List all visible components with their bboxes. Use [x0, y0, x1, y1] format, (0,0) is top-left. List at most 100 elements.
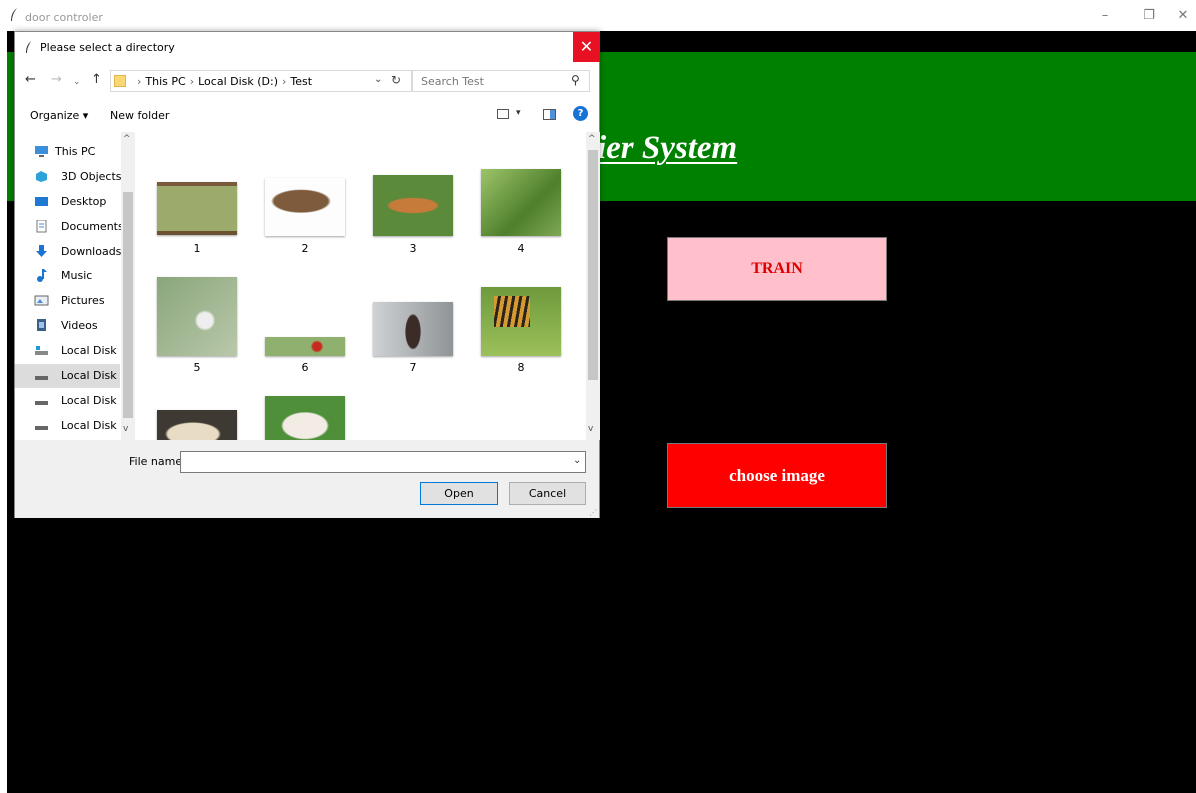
organize-menu[interactable]: Organize ▾	[30, 109, 88, 122]
address-bar[interactable]: › This PC › Local Disk (D:) › Test ⌄ ↻	[110, 70, 412, 92]
choose-image-button[interactable]: choose image	[667, 443, 887, 508]
help-icon[interactable]: ?	[573, 106, 588, 121]
file-thumbnail	[265, 396, 345, 440]
open-button[interactable]: Open	[420, 482, 498, 505]
system-drive-icon	[35, 346, 48, 355]
nav-item-local-disk-f[interactable]: Local Disk (F	[15, 414, 131, 438]
nav-item-documents[interactable]: Documents	[15, 215, 124, 239]
file-thumbnail	[157, 410, 237, 440]
breadcrumb-separator: ›	[282, 75, 287, 88]
search-placeholder: Search Test	[421, 75, 484, 88]
scroll-down-arrow-icon[interactable]: v	[588, 424, 593, 434]
nav-item-local-disk-e[interactable]: Local Disk (E	[15, 389, 131, 413]
refresh-icon[interactable]: ↻	[391, 73, 401, 87]
scroll-down-arrow-icon[interactable]: v	[123, 424, 128, 434]
restore-button[interactable]: ❐	[1142, 9, 1156, 23]
drive-icon	[35, 401, 48, 405]
scrollbar-thumb[interactable]	[588, 150, 598, 380]
nav-item-label: Documents	[61, 220, 124, 233]
breadcrumb-test[interactable]: Test	[290, 75, 312, 88]
search-icon[interactable]: ⚲	[571, 73, 580, 87]
computer-icon	[35, 146, 48, 157]
view-options-icon[interactable]	[497, 109, 509, 119]
recent-locations-icon[interactable]: ⌄	[73, 74, 81, 90]
file-thumbnail	[373, 302, 453, 356]
nav-item-label: Music	[61, 269, 93, 282]
file-thumbnail	[265, 337, 345, 356]
nav-item-3d-objects[interactable]: 3D Objects	[15, 165, 122, 189]
video-icon	[37, 319, 46, 331]
file-label: 5	[193, 361, 201, 374]
nav-item-downloads[interactable]: Downloads	[15, 240, 122, 264]
view-dropdown-icon[interactable]: ▾	[516, 108, 521, 118]
file-grid-scrollbar[interactable]: ^ v	[586, 132, 600, 440]
chevron-down-icon[interactable]: ⌄	[573, 455, 581, 466]
file-thumbnail	[157, 277, 237, 356]
file-label: 2	[301, 242, 309, 255]
nav-item-this-pc[interactable]: This PC	[15, 140, 120, 164]
feather-icon	[26, 41, 31, 53]
file-thumbnail	[481, 287, 561, 356]
up-arrow-icon[interactable]: ↑	[91, 72, 102, 88]
breadcrumb-this-pc[interactable]: This PC	[145, 75, 185, 88]
cancel-button[interactable]: Cancel	[509, 482, 586, 505]
chevron-down-icon[interactable]: ⌄	[374, 74, 382, 85]
nav-item-local-disk-c[interactable]: Local Disk (C	[15, 339, 132, 363]
breadcrumb-local-disk-d[interactable]: Local Disk (D:)	[198, 75, 278, 88]
file-name-input[interactable]	[180, 451, 586, 473]
new-folder-button[interactable]: New folder	[110, 109, 169, 122]
search-input[interactable]: Search Test ⚲	[412, 70, 590, 92]
nav-item-pictures[interactable]: Pictures	[15, 289, 120, 313]
download-icon	[36, 245, 47, 257]
file-label: 3	[409, 242, 417, 255]
app-title: door controler	[25, 11, 103, 24]
scroll-up-arrow-icon[interactable]: ^	[588, 134, 596, 144]
back-arrow-icon[interactable]: ←	[25, 72, 36, 88]
dialog-title: Please select a directory	[40, 41, 175, 54]
file-label: 1	[193, 242, 201, 255]
file-label: 4	[517, 242, 525, 255]
dialog-close-button[interactable]: ✕	[573, 32, 600, 62]
nav-item-label: Desktop	[61, 195, 107, 208]
forward-arrow-icon[interactable]: →	[51, 72, 62, 88]
folder-icon	[114, 75, 126, 87]
preview-pane-icon[interactable]	[543, 109, 556, 120]
document-icon	[36, 220, 47, 233]
scrollbar-thumb[interactable]	[123, 192, 133, 418]
nav-pane-scrollbar[interactable]: ^ v	[121, 132, 135, 440]
train-button[interactable]: TRAIN	[667, 237, 887, 301]
dialog-footer: File name: ⌄ Open Cancel ⋰	[15, 440, 599, 518]
file-name-label: File name:	[129, 455, 186, 468]
close-button[interactable]: ✕	[1176, 9, 1190, 23]
file-grid: 1 2 3 4 5 6 7 8	[136, 132, 586, 440]
feather-icon	[11, 8, 17, 21]
dialog-titlebar: Please select a directory ✕	[15, 32, 600, 62]
breadcrumb-separator: ›	[137, 75, 142, 88]
file-label: 8	[517, 361, 525, 374]
nav-item-music[interactable]: Music	[15, 264, 120, 288]
breadcrumb-separator: ›	[189, 75, 195, 88]
resize-grip-icon[interactable]: ⋰	[589, 508, 597, 517]
nav-item-desktop[interactable]: Desktop	[15, 190, 120, 214]
desktop-icon	[35, 197, 48, 206]
nav-item-label: This PC	[55, 145, 96, 158]
file-thumbnail	[373, 175, 453, 236]
nav-item-label: Downloads	[61, 245, 122, 258]
drive-icon	[35, 376, 48, 380]
select-directory-dialog: Please select a directory ✕ ← → ⌄ ↑ › Thi…	[14, 31, 600, 518]
file-label: 6	[301, 361, 309, 374]
navigation-pane: This PC 3D Objects Desktop Documents Dow…	[15, 132, 136, 440]
nav-item-videos[interactable]: Videos	[15, 314, 120, 338]
file-thumbnail	[265, 178, 345, 236]
app-titlebar: door controler – ❐ ✕	[0, 0, 1196, 31]
minimize-button[interactable]: –	[1098, 9, 1112, 23]
file-label: 7	[409, 361, 417, 374]
file-thumbnail	[481, 169, 561, 236]
nav-item-local-disk-d[interactable]: Local Disk (D	[15, 364, 133, 388]
scroll-up-arrow-icon[interactable]: ^	[123, 134, 131, 144]
pictures-icon	[34, 295, 49, 306]
cube-icon	[36, 171, 47, 182]
nav-item-label: 3D Objects	[61, 170, 122, 183]
breadcrumb: › This PC › Local Disk (D:) › Test	[133, 75, 312, 88]
nav-item-label: Pictures	[61, 294, 105, 307]
